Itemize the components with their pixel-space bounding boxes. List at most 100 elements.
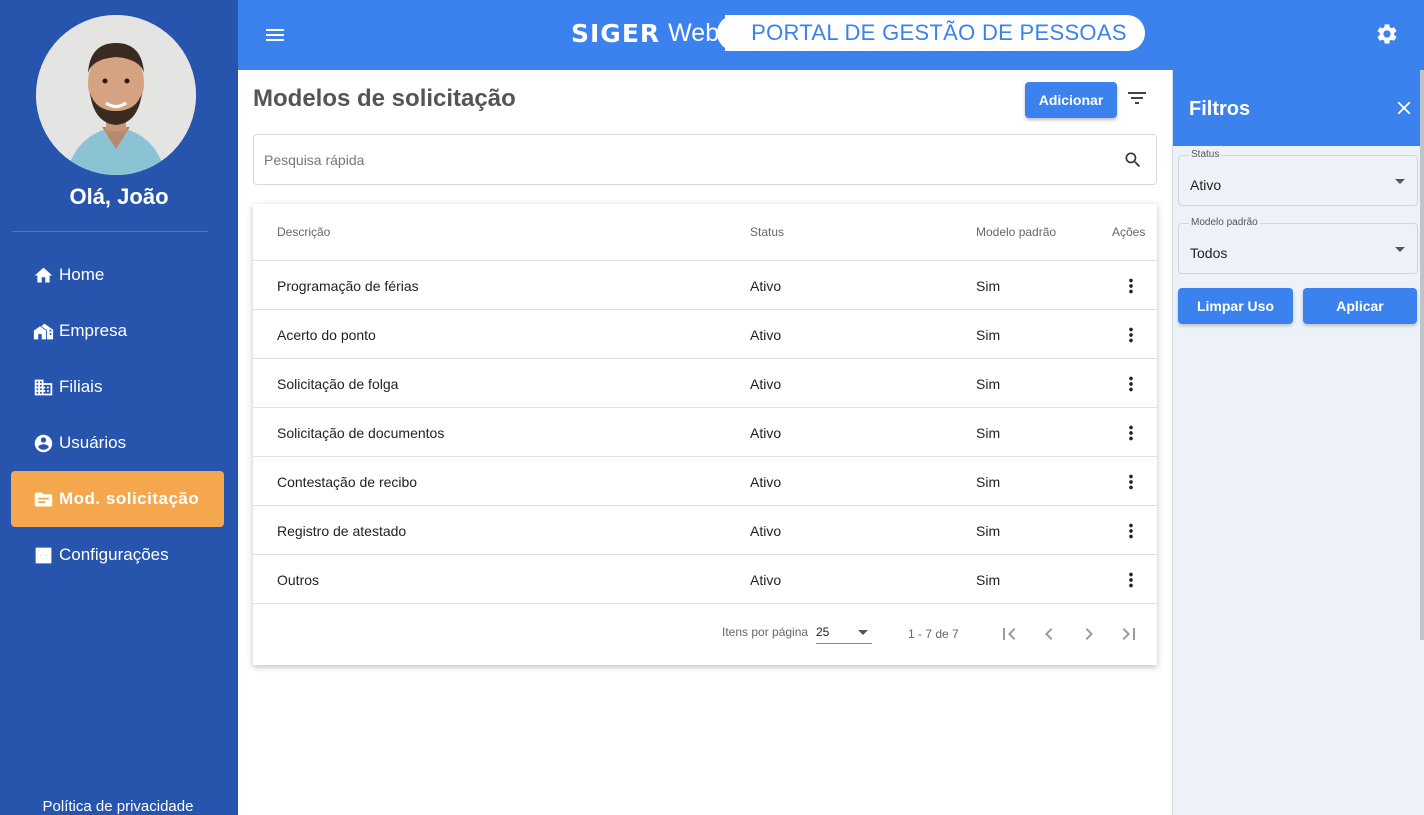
status-select-label: Status <box>1189 149 1222 160</box>
more-vert-icon[interactable] <box>1119 324 1143 346</box>
brand-logo: SIGER Web PORTAL DE GESTÃO DE PESSOAS <box>571 15 1145 51</box>
filter-icon[interactable] <box>1125 86 1149 110</box>
sidebar-item-label: Mod. solicitação <box>59 489 200 508</box>
sidebar-item-configuracoes[interactable]: Configurações <box>11 527 224 583</box>
gear-icon[interactable] <box>1375 22 1401 48</box>
cell-status: Ativo <box>750 425 782 441</box>
menu-icon[interactable] <box>262 22 288 48</box>
sidebar-item-usuarios[interactable]: Usuários <box>11 415 224 471</box>
more-vert-icon[interactable] <box>1119 373 1143 395</box>
sidebar-item-empresa[interactable]: Empresa <box>11 303 224 359</box>
brand-siger: SIGER <box>571 18 661 48</box>
avatar <box>36 15 196 175</box>
add-button[interactable]: Adicionar <box>1025 82 1117 118</box>
privacy-link[interactable]: Política de privacidade <box>0 798 236 815</box>
top-bar: SIGER Web PORTAL DE GESTÃO DE PESSOAS <box>238 0 1424 70</box>
search-input[interactable] <box>264 135 1104 184</box>
default-model-select[interactable]: Modelo padrão Todos <box>1178 217 1418 274</box>
cell-status: Ativo <box>750 376 782 392</box>
cell-default-model: Sim <box>976 278 1001 294</box>
sidebar-item-label: Filiais <box>59 377 103 396</box>
cell-default-model: Sim <box>976 327 1001 343</box>
table-row[interactable]: Solicitação de documentos Ativo Sim <box>253 408 1157 457</box>
column-header-actions: Ações <box>1112 225 1146 239</box>
apply-button[interactable]: Aplicar <box>1303 288 1417 324</box>
sidebar-item-label: Usuários <box>59 433 127 452</box>
items-per-page-value: 25 <box>816 625 830 639</box>
sidebar-nav: Home Empresa Filiais Usuários Mod. solic… <box>11 247 224 583</box>
filters-panel: Filtros Status Ativo Modelo padrão Todos… <box>1172 70 1424 815</box>
status-select[interactable]: Status Ativo <box>1178 149 1418 206</box>
settings-box-icon <box>32 544 54 566</box>
chevron-left-icon[interactable] <box>1037 622 1061 646</box>
cell-description: Outros <box>277 572 320 588</box>
column-header-description[interactable]: Descrição <box>277 225 330 239</box>
paginator: Itens por página 25 1 - 7 de 7 <box>253 604 1157 665</box>
column-header-default-model[interactable]: Modelo padrão <box>976 225 1056 239</box>
more-vert-icon[interactable] <box>1119 422 1143 444</box>
home-icon <box>32 264 54 286</box>
sidebar-item-filiais[interactable]: Filiais <box>11 359 224 415</box>
more-vert-icon[interactable] <box>1119 569 1143 591</box>
more-vert-icon[interactable] <box>1119 520 1143 542</box>
table-row[interactable]: Programação de férias Ativo Sim <box>253 261 1157 310</box>
sidebar-item-label: Home <box>59 265 105 284</box>
company-icon <box>32 320 54 342</box>
cell-description: Solicitação de folga <box>277 376 399 392</box>
default-model-select-value: Todos <box>1190 245 1228 261</box>
clear-button[interactable]: Limpar Uso <box>1178 288 1293 324</box>
scrollbar[interactable] <box>1420 70 1424 640</box>
more-vert-icon[interactable] <box>1119 275 1143 297</box>
portal-title: PORTAL DE GESTÃO DE PESSOAS <box>717 15 1145 51</box>
sidebar-item-home[interactable]: Home <box>11 247 224 303</box>
requests-table: Descrição Status Modelo padrão Ações Pro… <box>253 204 1157 665</box>
items-per-page-label: Itens por página <box>722 625 809 639</box>
table-row[interactable]: Registro de atestado Ativo Sim <box>253 506 1157 555</box>
items-per-page-select[interactable]: 25 <box>816 622 872 644</box>
search-box <box>253 134 1157 185</box>
cell-description: Acerto do ponto <box>277 327 376 343</box>
cell-description: Solicitação de documentos <box>277 425 445 441</box>
default-model-select-label: Modelo padrão <box>1189 217 1260 228</box>
search-icon[interactable] <box>1123 150 1143 170</box>
more-vert-icon[interactable] <box>1119 471 1143 493</box>
last-page-icon[interactable] <box>1117 622 1141 646</box>
page-range: 1 - 7 de 7 <box>908 627 959 641</box>
cell-status: Ativo <box>750 572 782 588</box>
table-row[interactable]: Contestação de recibo Ativo Sim <box>253 457 1157 506</box>
close-icon[interactable] <box>1393 97 1415 119</box>
sidebar-item-mod-solicitacao[interactable]: Mod. solicitação <box>11 471 224 527</box>
cell-status: Ativo <box>750 327 782 343</box>
table-row[interactable]: Acerto do ponto Ativo Sim <box>253 310 1157 359</box>
sidebar-item-label: Empresa <box>59 321 128 340</box>
dropdown-arrow-icon <box>1395 179 1405 184</box>
cell-default-model: Sim <box>976 523 1001 539</box>
cell-description: Registro de atestado <box>277 523 407 539</box>
cell-status: Ativo <box>750 474 782 490</box>
brand-web: Web <box>668 18 720 47</box>
dropdown-arrow-icon <box>1395 247 1405 252</box>
chevron-right-icon[interactable] <box>1077 622 1101 646</box>
table-row[interactable]: Outros Ativo Sim <box>253 555 1157 604</box>
building-icon <box>32 376 54 398</box>
first-page-icon[interactable] <box>997 622 1021 646</box>
account-circle-icon <box>32 432 54 454</box>
cell-status: Ativo <box>750 523 782 539</box>
cell-default-model: Sim <box>976 572 1001 588</box>
sidebar: Olá, João Home Empresa Filiais Usuários … <box>0 0 238 815</box>
table-header: Descrição Status Modelo padrão Ações <box>253 204 1157 261</box>
page-title: Modelos de solicitação <box>253 85 516 112</box>
cell-default-model: Sim <box>976 376 1001 392</box>
greeting: Olá, João <box>69 184 169 209</box>
folder-icon <box>32 488 54 510</box>
column-header-status[interactable]: Status <box>750 225 784 239</box>
status-select-value: Ativo <box>1190 177 1222 193</box>
cell-description: Contestação de recibo <box>277 474 418 490</box>
sidebar-divider <box>12 231 208 232</box>
sidebar-item-label: Configurações <box>59 545 169 564</box>
cell-default-model: Sim <box>976 474 1001 490</box>
table-row[interactable]: Solicitação de folga Ativo Sim <box>253 359 1157 408</box>
filters-header: Filtros <box>1173 70 1424 146</box>
cell-status: Ativo <box>750 278 782 294</box>
cell-description: Programação de férias <box>277 278 419 294</box>
